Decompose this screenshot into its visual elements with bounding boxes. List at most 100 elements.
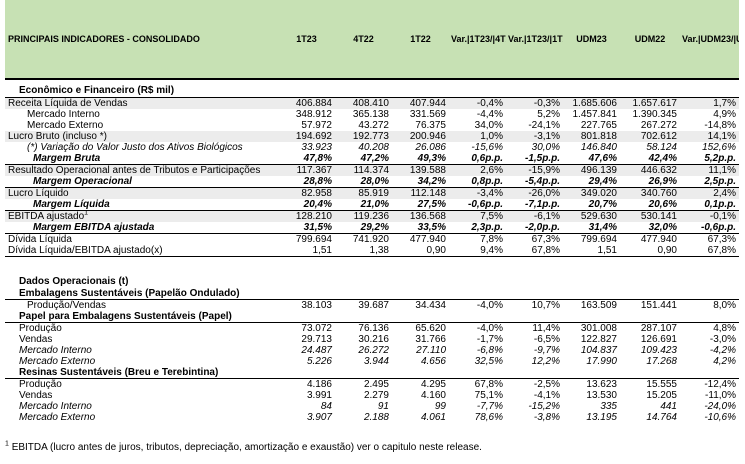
table-row: Mercado Externo 57.972 43.272 76.375 34,0% -2… bbox=[5, 120, 739, 131]
table-row: Produção 4.186 2.495 4.295 67,8% -2,5% 13.623 1… bbox=[5, 379, 739, 390]
value-cell: 34,2% bbox=[392, 176, 449, 188]
value-cell: 4,8% bbox=[713, 323, 736, 334]
row-label: Vendas bbox=[5, 390, 278, 401]
value-cell: 799.694 bbox=[295, 234, 332, 245]
value-cell: 4.295 bbox=[420, 379, 446, 390]
column-header: Var.|1T23/|4T22 bbox=[449, 0, 506, 78]
value-cell: 29,4% bbox=[563, 176, 620, 188]
value-cell: 335 bbox=[600, 401, 617, 412]
footnote: 1 EBITDA (lucro antes de juros, tributos… bbox=[5, 441, 482, 453]
empty-cell bbox=[620, 311, 680, 323]
value-cell: 67,8% bbox=[474, 379, 503, 390]
value-cell: 349.020 bbox=[563, 187, 620, 199]
value-cell: 1.457.841 bbox=[572, 109, 618, 120]
subsection-title: Resinas Sustentáveis (Breu e Terebintina… bbox=[5, 367, 278, 379]
value-cell: -0,1% bbox=[680, 210, 739, 222]
value-cell: 76.375 bbox=[415, 120, 446, 131]
value-cell: 15.555 bbox=[646, 379, 677, 390]
value-cell: 4.160 bbox=[420, 390, 446, 401]
footnote-marker: 1 bbox=[84, 210, 89, 217]
value-cell: 2,4% bbox=[680, 187, 739, 199]
value-cell: -4,2% bbox=[709, 345, 736, 356]
value-cell: 10,7% bbox=[531, 300, 560, 311]
row-label-text: Margem Operacional bbox=[33, 176, 132, 187]
value-cell: -12,4% bbox=[704, 379, 736, 390]
column-header: 4T22 bbox=[335, 0, 392, 78]
value-cell: 530.141 bbox=[620, 210, 680, 222]
empty-cell bbox=[563, 275, 620, 288]
empty-cell bbox=[278, 311, 335, 323]
empty-cell bbox=[680, 311, 739, 323]
empty-cell bbox=[506, 84, 563, 98]
row-label-text: Produção bbox=[19, 379, 62, 390]
subsection-title: Embalagens Sustentáveis (Papelão Ondulad… bbox=[5, 288, 278, 300]
value-cell: 31.766 bbox=[415, 334, 446, 345]
table-row: Mercado Externo 5.226 3.944 4.656 32,5% 12,2%… bbox=[5, 356, 739, 367]
value-cell: -2,0p.p. bbox=[506, 222, 563, 234]
value-cell: 5.226 bbox=[306, 356, 332, 367]
value-cell: 152,6% bbox=[702, 142, 736, 153]
row-label: Produção bbox=[5, 323, 278, 334]
empty-cell bbox=[680, 367, 739, 379]
empty-cell bbox=[335, 311, 392, 323]
row-label: Resultado Operacional antes de Tributos … bbox=[5, 164, 278, 176]
table-row: Margem EBITDA ajustada 31,5% 29,2% 33,5% 2,3… bbox=[5, 222, 739, 234]
value-cell: 1,38 bbox=[335, 245, 392, 257]
value-cell: 7,8% bbox=[480, 234, 503, 245]
value-cell: -3,4% bbox=[449, 187, 506, 199]
value-cell: -6,8% bbox=[476, 345, 503, 356]
value-cell: 17.268 bbox=[646, 356, 677, 367]
row-label: Margem EBITDA ajustada bbox=[5, 222, 278, 234]
value-cell: 29,2% bbox=[335, 222, 392, 234]
value-cell: 151.441 bbox=[640, 300, 677, 311]
empty-cell bbox=[563, 288, 620, 300]
section-title: Econômico e Financeiro (R$ mil) bbox=[19, 85, 175, 96]
row-label-text: EBITDA ajustado bbox=[8, 211, 85, 222]
value-cell: 146.840 bbox=[580, 142, 617, 153]
row-label-text: Vendas bbox=[19, 390, 53, 401]
value-cell: 2,3p.p. bbox=[449, 222, 506, 234]
value-cell: 43.272 bbox=[358, 120, 389, 131]
table-row: Mercado Interno 84 91 99 -7,7% -15,2% 335 441 -2… bbox=[5, 401, 739, 412]
value-cell: 76.136 bbox=[358, 323, 389, 334]
table-row: Vendas 3.991 2.279 4.160 75,1% -4,1% 13.530 15.… bbox=[5, 390, 739, 401]
row-label: Lucro Bruto (incluso *) bbox=[5, 131, 278, 142]
value-cell: 67,8% bbox=[680, 245, 739, 257]
value-cell: 15.205 bbox=[646, 390, 677, 401]
value-cell: -15,9% bbox=[506, 164, 563, 176]
value-cell: -4,1% bbox=[533, 390, 560, 401]
value-cell: -1,5p.p. bbox=[506, 153, 563, 165]
value-cell: 1,51 bbox=[563, 245, 620, 257]
value-cell: 33,5% bbox=[392, 222, 449, 234]
empty-cell bbox=[392, 275, 449, 288]
value-cell: 85.919 bbox=[335, 187, 392, 199]
value-cell: 40.208 bbox=[358, 142, 389, 153]
value-cell: 20,7% bbox=[563, 199, 620, 211]
value-cell: 9,4% bbox=[449, 245, 506, 257]
column-header: 1T23 bbox=[278, 0, 335, 78]
value-cell: 1.657.617 bbox=[620, 97, 680, 109]
value-cell: 38.103 bbox=[301, 300, 332, 311]
row-label-text: Receita Líquida de Vendas bbox=[8, 98, 128, 109]
section-title: Dados Operacionais (t) bbox=[19, 276, 129, 287]
empty-cell bbox=[563, 84, 620, 98]
value-cell: 702.612 bbox=[620, 131, 680, 142]
value-cell: 496.139 bbox=[563, 164, 620, 176]
value-cell: 5,2p.p. bbox=[680, 153, 739, 165]
header-row: PRINCIPAIS INDICADORES - CONSOLIDADO 1T2… bbox=[5, 0, 739, 78]
row-label-text: Mercado Interno bbox=[27, 109, 100, 120]
value-cell: 119.236 bbox=[335, 210, 392, 222]
table-row: Mercado Interno 24.487 26.272 27.110 -6,8% -9… bbox=[5, 345, 739, 356]
value-cell: 408.410 bbox=[335, 97, 392, 109]
row-label-text: Dívida Líquida bbox=[8, 234, 72, 245]
empty-cell bbox=[449, 275, 506, 288]
value-cell: 348.912 bbox=[295, 109, 332, 120]
value-cell: 75,1% bbox=[474, 390, 503, 401]
value-cell: 65.620 bbox=[415, 323, 446, 334]
value-cell: 34.434 bbox=[415, 300, 446, 311]
value-cell: 2,5p.p. bbox=[680, 176, 739, 188]
value-cell: 117.367 bbox=[278, 164, 335, 176]
value-cell: -0,4% bbox=[449, 97, 506, 109]
value-cell: -14,8% bbox=[704, 120, 736, 131]
empty-cell bbox=[278, 275, 335, 288]
